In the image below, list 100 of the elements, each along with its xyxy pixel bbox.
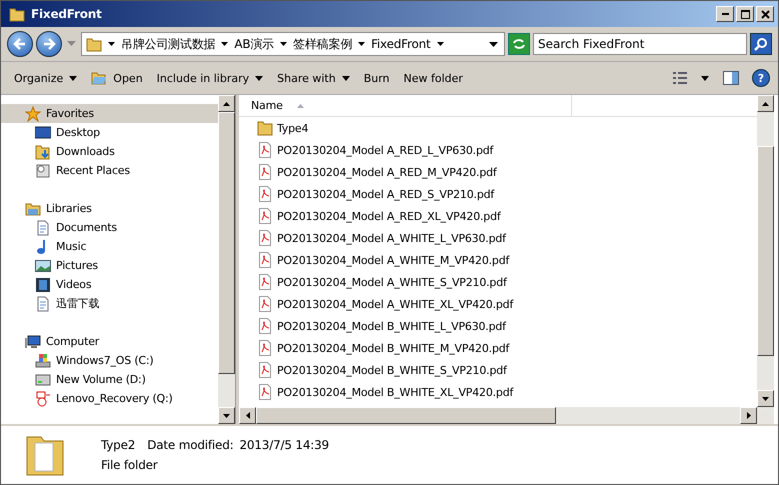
caret-icon[interactable] (436, 42, 444, 46)
back-button[interactable] (7, 31, 33, 57)
caret-icon (342, 76, 350, 80)
sidebar-item[interactable]: Pictures (1, 256, 218, 275)
scroll-down-button[interactable] (218, 407, 235, 424)
sidebar-item[interactable]: Recent Places (1, 161, 218, 180)
pdf-file-icon (257, 142, 273, 158)
item-name: Type2 (101, 438, 136, 452)
breadcrumb[interactable]: FixedFront (371, 37, 431, 51)
file-item[interactable]: PO20130204_Model A_RED_L_VP630.pdf (257, 139, 757, 161)
file-item[interactable]: PO20130204_Model A_WHITE_L_VP630.pdf (257, 227, 757, 249)
breadcrumb[interactable]: 吊牌公司测试数据 (121, 36, 216, 52)
sidebar-item[interactable]: Downloads (1, 142, 218, 161)
sidebar-item[interactable]: Lenovo_Recovery (Q:) (1, 389, 218, 408)
scrollbar[interactable] (218, 95, 235, 424)
pdf-file-icon (257, 208, 273, 224)
scroll-thumb[interactable] (757, 146, 774, 356)
sidebar-item[interactable]: Libraries (1, 199, 218, 218)
scroll-left-button[interactable] (239, 407, 256, 424)
sidebar-item[interactable]: Favorites (1, 104, 218, 123)
pdf-file-icon (257, 296, 273, 312)
caret-icon[interactable] (108, 42, 115, 46)
caret-icon (701, 76, 709, 80)
close-icon (760, 10, 770, 18)
file-item[interactable]: PO20130204_Model A_RED_S_VP210.pdf (257, 183, 757, 205)
caret-icon[interactable] (280, 42, 288, 46)
maximize-button[interactable] (736, 6, 754, 22)
toolbar-button[interactable]: Open (86, 68, 148, 88)
minimize-button[interactable] (716, 6, 734, 22)
open-folder-icon (91, 71, 108, 85)
item-type: File folder (101, 458, 159, 472)
right-arrow-icon (746, 412, 750, 419)
documents-icon (35, 296, 51, 312)
maximize-icon (740, 10, 750, 18)
sidebar-item[interactable]: Computer (1, 332, 218, 351)
pdf-file-icon (257, 318, 273, 334)
date-modified-value: 2013/7/5 14:39 (239, 438, 329, 452)
toolbar-button[interactable]: Share with (272, 68, 355, 88)
sidebar-item[interactable]: Music (1, 237, 218, 256)
sidebar-item[interactable]: Documents (1, 218, 218, 237)
breadcrumb[interactable]: AB演示 (234, 36, 274, 52)
toolbar-button[interactable]: Include in library (152, 68, 268, 88)
pdf-file-icon (257, 164, 273, 180)
scroll-up-button[interactable] (757, 95, 774, 112)
file-item[interactable]: PO20130204_Model B_WHITE_S_VP210.pdf (257, 359, 757, 381)
libraries-icon (25, 200, 41, 216)
file-item[interactable]: PO20130204_Model A_WHITE_M_VP420.pdf (257, 249, 757, 271)
caret-icon (69, 76, 78, 80)
up-arrow-icon (762, 102, 769, 106)
pdf-file-icon (257, 186, 273, 202)
scroll-thumb[interactable] (218, 112, 235, 374)
scrollbar[interactable] (239, 407, 757, 424)
dropdown-icon[interactable] (489, 42, 498, 46)
downloads-icon (35, 144, 51, 160)
sidebar-item[interactable]: 迅雷下载 (1, 294, 218, 313)
back-arrow-icon (13, 37, 27, 51)
forward-button[interactable] (36, 31, 62, 57)
file-item[interactable]: PO20130204_Model A_WHITE_S_VP210.pdf (257, 271, 757, 293)
pdf-file-icon (257, 274, 273, 290)
favorites-icon (25, 106, 41, 122)
scroll-up-button[interactable] (218, 95, 235, 112)
breadcrumb[interactable]: 签样稿案例 (293, 36, 352, 52)
search-button[interactable] (750, 33, 772, 55)
file-item[interactable]: PO20130204_Model B_WHITE_L_VP630.pdf (257, 315, 757, 337)
pictures-icon (35, 258, 51, 274)
sort-arrow-icon (296, 104, 304, 108)
file-item[interactable]: PO20130204_Model A_RED_XL_VP420.pdf (257, 205, 757, 227)
scroll-right-button[interactable] (740, 407, 757, 424)
search-icon (754, 37, 768, 51)
file-item[interactable]: PO20130204_Model A_WHITE_XL_VP420.pdf (257, 293, 757, 315)
file-item[interactable]: PO20130204_Model B_WHITE_XL_VP420.pdf (257, 381, 757, 403)
search-field[interactable]: Search FixedFront (533, 33, 747, 55)
scroll-thumb[interactable] (256, 407, 556, 424)
close-button[interactable] (756, 6, 774, 22)
scrollbar[interactable] (757, 95, 774, 424)
date-modified-label: Date modified: (147, 438, 234, 452)
refresh-button[interactable] (508, 33, 530, 55)
window-title: FixedFront (31, 7, 102, 21)
file-item[interactable]: PO20130204_Model B_WHITE_M_VP420.pdf (257, 337, 757, 359)
caret-icon[interactable] (358, 42, 366, 46)
help-button[interactable]: ? (752, 69, 770, 87)
refresh-icon (512, 38, 526, 50)
sidebar-item[interactable]: Desktop (1, 123, 218, 142)
sidebar-item[interactable]: Videos (1, 275, 218, 294)
sidebar-item[interactable]: New Volume (D:) (1, 370, 218, 389)
videos-icon (35, 276, 51, 292)
toolbar-button[interactable]: Organize (9, 68, 82, 88)
file-item[interactable]: PO20130204_Model A_RED_M_VP420.pdf (257, 161, 757, 183)
documents-icon (35, 220, 51, 236)
folder-icon (257, 120, 273, 136)
column-header[interactable]: Name (239, 95, 572, 116)
address-bar[interactable]: 吊牌公司测试数据 AB演示 签样稿案例 FixedFront (81, 32, 505, 56)
caret-icon[interactable] (221, 42, 228, 46)
sidebar-item[interactable]: Windows7_OS (C:) (1, 351, 218, 370)
scroll-down-button[interactable] (757, 390, 774, 407)
up-arrow-icon (223, 102, 230, 106)
file-item[interactable]: Type4 (257, 117, 757, 139)
toolbar-button[interactable]: New folder (398, 68, 468, 88)
pdf-file-icon (257, 362, 273, 378)
toolbar-button[interactable]: Burn (358, 68, 395, 88)
